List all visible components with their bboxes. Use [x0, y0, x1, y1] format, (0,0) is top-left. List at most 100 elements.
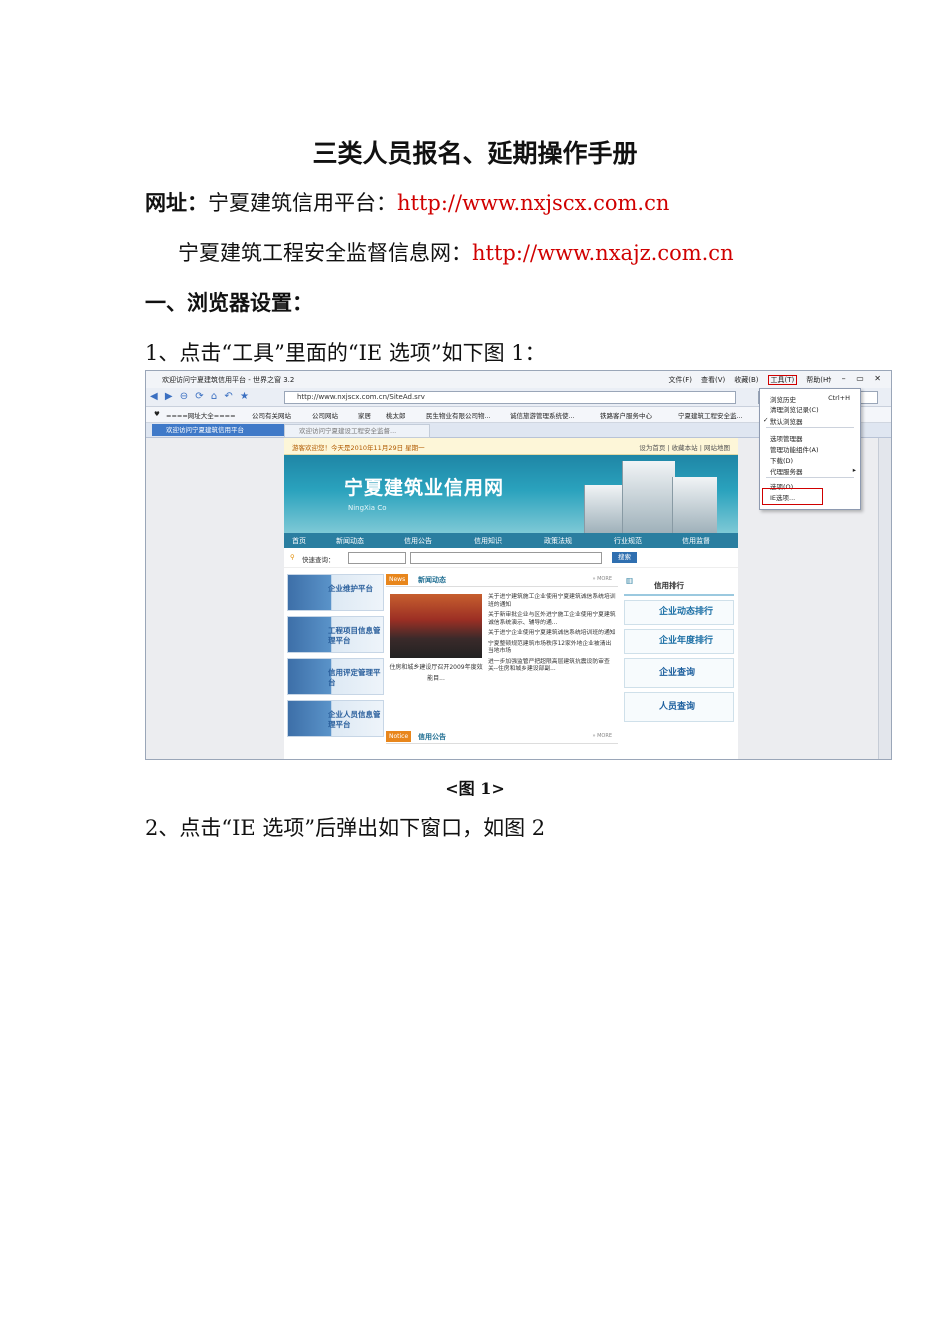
menu-item-ie-options[interactable]: IE选项...: [770, 492, 795, 502]
url-line-2: 宁夏建筑工程安全监督信息网：http://www.nxajz.com.cn: [178, 237, 734, 267]
fav-item[interactable]: 宁夏建筑工程安全监...: [678, 410, 743, 420]
window-title: 欢迎访问宁夏建筑信用平台 - 世界之窗 3.2: [162, 376, 295, 384]
building-graphic: [584, 485, 625, 533]
news-item[interactable]: 关于进宁企业使用宁夏建筑诚信系统培训班的通知: [488, 630, 616, 638]
page-margin-left: [146, 438, 284, 759]
history-shortcut: Ctrl+H: [828, 394, 850, 402]
fav-item[interactable]: 公司有关网站: [252, 410, 291, 420]
news-photo[interactable]: [390, 594, 482, 658]
browser-screenshot: 欢迎访问宁夏建筑信用平台 - 世界之窗 3.2 文件(F) 查看(V) 收藏(B) 工…: [145, 370, 892, 760]
fav-item[interactable]: 民生物业有限公司物...: [426, 410, 491, 420]
browser-titlebar: 欢迎访问宁夏建筑信用平台 - 世界之窗 3.2 文件(F) 查看(V) 收藏(B) 工…: [146, 371, 891, 388]
notice-badge: Notice: [386, 731, 412, 742]
news-item[interactable]: 关于进宁建筑施工企业使用宁夏建筑诚信系统培训班的通知: [488, 594, 616, 609]
news-title: 新闻动态: [418, 576, 446, 584]
site-search-button[interactable]: 搜索: [612, 552, 637, 563]
nav-item[interactable]: 行业规范: [614, 536, 642, 546]
magnifier-icon: ⚲: [290, 553, 295, 561]
url-line-1: 网址：宁夏建筑信用平台：http://www.nxjscx.com.cn: [145, 187, 669, 217]
scrollbar[interactable]: [878, 438, 891, 759]
news-item[interactable]: 宁夏整顿规范建筑市场秩序12家外地企业被清出当地市场: [488, 641, 616, 656]
check-icon: ✓: [763, 416, 769, 424]
news-item[interactable]: 进一步加强监管严把超限高层建筑抗震设防审查关--住房和城乡建设部副...: [488, 659, 616, 674]
site-banner: 宁夏建筑业信用网 NingXia Co: [284, 455, 738, 533]
menu-item-clear-history[interactable]: 清理浏览记录(C): [770, 404, 819, 414]
menu-tools[interactable]: 工具(T): [767, 375, 798, 385]
platform-box-label: 工程项目信息管理平台: [328, 626, 381, 645]
platform-box-label: 信用评定管理平台: [328, 668, 381, 687]
middle-column: News 新闻动态 » MORE 住房和城乡建设厅召开2009年度效能目... …: [386, 574, 618, 744]
menu-separator: [766, 477, 854, 478]
notice-more-link[interactable]: » MORE: [592, 733, 612, 739]
news-more-link[interactable]: » MORE: [592, 576, 612, 582]
submenu-arrow-icon: ▸: [852, 466, 856, 474]
platform-box[interactable]: 企业人员信息管理平台: [287, 700, 384, 737]
menu-item-addons[interactable]: 管理功能组件(A): [770, 444, 819, 454]
menu-favorites[interactable]: 收藏(B): [734, 376, 758, 384]
menu-item-proxy[interactable]: 代理服务器: [770, 466, 803, 476]
platform-box[interactable]: 企业维护平台: [287, 574, 384, 611]
nav-buttons-icon[interactable]: ◀ ▶ ⊖ ⟳ ⌂ ↶ ★: [150, 391, 251, 402]
building-graphic: [672, 477, 717, 533]
menu-item-download[interactable]: 下载(D): [770, 455, 793, 465]
window-controls[interactable]: ⎯ – ▭ ✕: [827, 374, 885, 384]
menu-item-default-browser[interactable]: 默认浏览器: [770, 416, 803, 426]
menu-item-history[interactable]: 浏览历史: [770, 394, 796, 404]
banner-title: 宁夏建筑业信用网: [344, 477, 505, 499]
fav-item[interactable]: 桃太郎: [386, 410, 406, 420]
website-page: 游客欢迎您！今天是2010年11月29日 星期一 设为首页 | 收藏本站 | 网…: [284, 438, 738, 759]
site-search-input[interactable]: [410, 552, 602, 564]
tab-active[interactable]: 欢迎访问宁夏建筑信用平台: [152, 424, 294, 436]
doc-title: 三类人员报名、延期操作手册: [312, 139, 638, 168]
site-nav: 首页 新闻动态 信用公告 信用知识 政策法规 行业规范 信用监督: [284, 533, 738, 548]
photo-caption[interactable]: 住房和城乡建设厅召开2009年度效能目...: [388, 662, 484, 684]
menu-item-option-manager[interactable]: 选项管理器: [770, 433, 803, 443]
notice-section-header: Notice 信用公告 » MORE: [386, 731, 618, 744]
ranking-header: ▥ 信用排行: [624, 574, 734, 596]
enterprise-query-button[interactable]: 企业查询: [624, 658, 734, 688]
platform-box[interactable]: 信用评定管理平台: [287, 658, 384, 695]
menu-bar: 文件(F) 查看(V) 收藏(B) 工具(T) 帮助(H): [659, 375, 831, 385]
site-name-2: 宁夏建筑工程安全监督信息网：: [178, 241, 472, 265]
site-name-1: 宁夏建筑信用平台：: [208, 191, 397, 215]
search-label: 快速查询：: [302, 556, 335, 564]
url-label: 网址：: [145, 190, 208, 215]
fav-item[interactable]: 公司网站: [312, 410, 338, 420]
left-column: 企业维护平台 工程项目信息管理平台 信用评定管理平台 企业人员信息管理平台: [287, 574, 384, 742]
nav-item[interactable]: 政策法规: [544, 536, 572, 546]
menu-file[interactable]: 文件(F): [668, 376, 692, 384]
building-graphic: [622, 461, 675, 533]
section-heading-1: 一、浏览器设置：: [145, 290, 313, 315]
search-category-select[interactable]: [348, 552, 406, 564]
menu-view[interactable]: 查看(V): [701, 376, 725, 384]
site-url-1[interactable]: http://www.nxjscx.com.cn: [397, 191, 669, 215]
ranking-button[interactable]: 企业动态排行: [624, 600, 734, 625]
site-url-2[interactable]: http://www.nxajz.com.cn: [472, 241, 734, 265]
address-input[interactable]: http://www.nxjscx.com.cn/SiteAd.srv: [284, 391, 736, 404]
figure-caption: <图 1>: [445, 779, 505, 798]
news-section-header: News 新闻动态 » MORE: [386, 574, 618, 587]
nav-item[interactable]: 信用监督: [682, 536, 710, 546]
fav-item[interactable]: ====网址大全====: [166, 410, 236, 420]
fav-heart-icon: ♥: [154, 410, 160, 418]
platform-box[interactable]: 工程项目信息管理平台: [287, 616, 384, 653]
ranking-button[interactable]: 企业年度排行: [624, 629, 734, 654]
fav-item[interactable]: 家居: [358, 410, 371, 420]
tab-inactive[interactable]: 欢迎访问宁夏建设工程安全监督...: [284, 424, 430, 438]
platform-box-label: 企业维护平台: [328, 584, 373, 593]
person-query-button[interactable]: 人员查询: [624, 692, 734, 722]
notice-title: 信用公告: [418, 733, 446, 741]
platform-box-label: 企业人员信息管理平台: [328, 710, 381, 729]
step-1: 1、点击“工具”里面的“IE 选项”如下图 1：: [145, 341, 546, 365]
nav-item[interactable]: 信用公告: [404, 536, 432, 546]
news-item[interactable]: 关于新审批企业与区外进宁施工企业使用宁夏建筑诚信系统演示、辅导的通...: [488, 612, 616, 627]
chart-icon: ▥: [626, 576, 634, 585]
nav-item[interactable]: 信用知识: [474, 536, 502, 546]
nav-item[interactable]: 首页: [292, 536, 306, 546]
site-top-links[interactable]: 设为首页 | 收藏本站 | 网站地图: [639, 442, 730, 452]
fav-item[interactable]: 铁路客户服务中心: [600, 410, 652, 420]
fav-item[interactable]: 诚信旅游管理系统使...: [510, 410, 575, 420]
nav-item[interactable]: 新闻动态: [336, 536, 364, 546]
tools-menu: 浏览历史 Ctrl+H 清理浏览记录(C) ✓ 默认浏览器 选项管理器 管理功能…: [759, 388, 861, 510]
menu-separator: [766, 427, 854, 428]
